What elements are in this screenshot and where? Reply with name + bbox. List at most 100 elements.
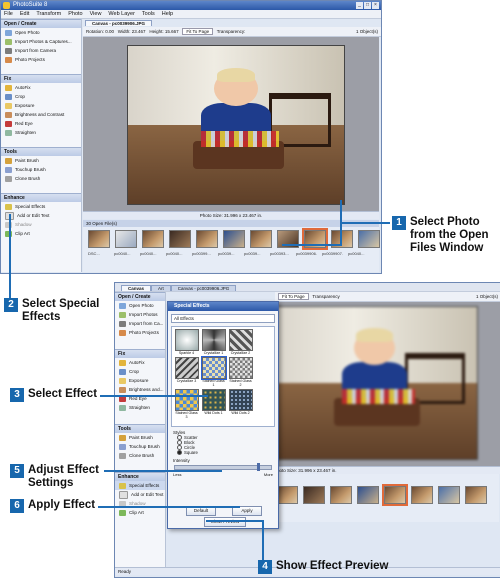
thumbnail[interactable]	[358, 230, 380, 248]
special-effects-item[interactable]: Special Effects	[1, 202, 81, 211]
thumbnail-selected[interactable]	[382, 484, 408, 506]
red-eye-item[interactable]: Red Eye	[1, 119, 81, 128]
effect-thumb-selected[interactable]: Stained Glass 1	[200, 356, 227, 387]
menu-view[interactable]: View	[90, 10, 102, 18]
close-button[interactable]: ×	[372, 2, 379, 9]
brightness-icon	[5, 111, 12, 118]
callout-2: 2 Select Special Effects	[4, 298, 104, 324]
minimize-button[interactable]: _	[356, 2, 363, 9]
height-field[interactable]: Height: 15.667	[149, 29, 178, 34]
straighten-item-2[interactable]: Straighten	[115, 403, 165, 412]
tab-canvas-photo-2[interactable]: Canvas - pc0039906.JPG	[170, 285, 237, 291]
thumbnail[interactable]	[411, 486, 433, 504]
callout-4: 4 Show Effect Preview	[258, 560, 438, 574]
clip-art-item-2[interactable]: Clip Art	[115, 508, 165, 517]
thumbnail[interactable]	[196, 230, 218, 248]
photo-preview-canvas[interactable]	[271, 306, 478, 460]
clone-brush-item-2[interactable]: Clone Brush	[115, 451, 165, 460]
open-photo-item-2[interactable]: Open Photo	[115, 301, 165, 310]
effect-thumb[interactable]: Wild Dots 1	[201, 389, 226, 419]
import-camera-item-2[interactable]: Import from Ca...	[115, 319, 165, 328]
thumbnail[interactable]	[142, 230, 164, 248]
menu-tools[interactable]: Tools	[142, 10, 155, 18]
crop-item-2[interactable]: Crop	[115, 367, 165, 376]
thumbnail[interactable]	[303, 486, 325, 504]
callout-3: 3 Select Effect	[10, 388, 110, 402]
touchup-brush-icon	[5, 166, 12, 173]
width-field[interactable]: Width: 23.467	[118, 29, 146, 34]
special-effects-item-2[interactable]: Special Effects	[115, 481, 165, 490]
show-preview-button[interactable]: Show Preview	[204, 517, 246, 527]
section-tools-2[interactable]: Tools	[115, 424, 165, 433]
style-radio-square[interactable]: Square	[168, 450, 278, 455]
thumbnail[interactable]	[465, 486, 487, 504]
effect-swatch	[201, 329, 226, 351]
crop-item[interactable]: Crop	[1, 92, 81, 101]
add-edit-text-item[interactable]: Add or Edit Text	[1, 211, 81, 220]
straighten-item[interactable]: Straighten	[1, 128, 81, 137]
exposure-item-2[interactable]: Exposure	[115, 376, 165, 385]
slider-handle[interactable]	[256, 463, 260, 471]
section-enhance[interactable]: Enhance	[1, 193, 81, 202]
effect-thumb[interactable]: Stained Glass 2	[228, 357, 253, 387]
paint-brush-item[interactable]: Paint Brush	[1, 156, 81, 165]
thumbnail[interactable]	[169, 230, 191, 248]
zoom-select[interactable]: Fit To Page	[182, 28, 214, 35]
autofix-item[interactable]: AutoFix	[1, 83, 81, 92]
menu-photo[interactable]: Photo	[68, 10, 82, 18]
maximize-button[interactable]: □	[364, 2, 371, 9]
section-open-create-2[interactable]: Open / Create	[115, 292, 165, 301]
brightness-item[interactable]: Brightness and Contrast	[1, 110, 81, 119]
tab-art[interactable]: Art	[151, 285, 171, 291]
open-files-panel-2	[271, 474, 499, 522]
thumbnail-strip	[83, 227, 380, 251]
import-photos-item[interactable]: Import Photos & Captures...	[1, 37, 81, 46]
section-enhance-2[interactable]: Enhance	[115, 472, 165, 481]
section-open-create[interactable]: Open / Create	[1, 19, 81, 28]
open-photo-item[interactable]: Open Photo	[1, 28, 81, 37]
tab-canvas[interactable]: Canvas	[121, 285, 152, 291]
zoom-select-2[interactable]: Fit To Page	[278, 293, 309, 300]
clone-brush-item[interactable]: Clone Brush	[1, 174, 81, 183]
paint-brush-item-2[interactable]: Paint Brush	[115, 433, 165, 442]
effect-thumb[interactable]: Sparkle 4	[174, 329, 199, 355]
thumbnail[interactable]	[250, 230, 272, 248]
tab-canvas-photo[interactable]: Canvas - pc0039906.JPG	[85, 20, 153, 26]
effect-thumb[interactable]: Crystallize 1	[201, 329, 226, 355]
import-photos-item-2[interactable]: Import Photos	[115, 310, 165, 319]
shadow-item[interactable]: Shadow	[1, 220, 81, 229]
touchup-brush-item[interactable]: Touchup Brush	[1, 165, 81, 174]
effect-thumb[interactable]: Crystallize 2	[228, 329, 253, 355]
thumbnail[interactable]	[330, 486, 352, 504]
menu-web-layer[interactable]: Web Layer	[108, 10, 135, 18]
exposure-item[interactable]: Exposure	[1, 101, 81, 110]
thumbnail[interactable]	[276, 486, 298, 504]
photo-projects-item-2[interactable]: Photo Projects	[115, 328, 165, 337]
section-tools[interactable]: Tools	[1, 147, 81, 156]
section-fix-2[interactable]: Fix	[115, 349, 165, 358]
rotation-field[interactable]: Rotation: 0.00	[86, 29, 114, 34]
menu-file[interactable]: File	[4, 10, 13, 18]
photo-projects-item[interactable]: Photo Projects	[1, 55, 81, 64]
effect-thumb[interactable]: Wild Dots 2	[228, 389, 253, 419]
effect-thumb[interactable]: Stained Glass 3	[174, 389, 199, 419]
thumbnail[interactable]	[438, 486, 460, 504]
transparency-label-2: Transparency	[312, 294, 340, 299]
clip-art-item[interactable]: Clip Art	[1, 229, 81, 238]
menu-transform[interactable]: Transform	[36, 10, 61, 18]
import-camera-item[interactable]: Import from Camera	[1, 46, 81, 55]
effect-category-select[interactable]: All Effects	[171, 314, 275, 323]
menu-edit[interactable]: Edit	[20, 10, 29, 18]
thumbnail[interactable]	[357, 486, 379, 504]
add-edit-text-item-2[interactable]: Add or Edit Text	[115, 490, 165, 499]
menu-help[interactable]: Help	[162, 10, 173, 18]
thumbnail[interactable]	[88, 230, 110, 248]
effect-thumb[interactable]: Crystallize 3	[174, 357, 199, 387]
thumbnail[interactable]	[223, 230, 245, 248]
section-fix[interactable]: Fix	[1, 74, 81, 83]
touchup-brush-item-2[interactable]: Touchup Brush	[115, 442, 165, 451]
photo-canvas[interactable]	[127, 45, 345, 205]
thumbnail[interactable]	[115, 230, 137, 248]
brightness-item-2[interactable]: Brightness and...	[115, 385, 165, 394]
autofix-item-2[interactable]: AutoFix	[115, 358, 165, 367]
